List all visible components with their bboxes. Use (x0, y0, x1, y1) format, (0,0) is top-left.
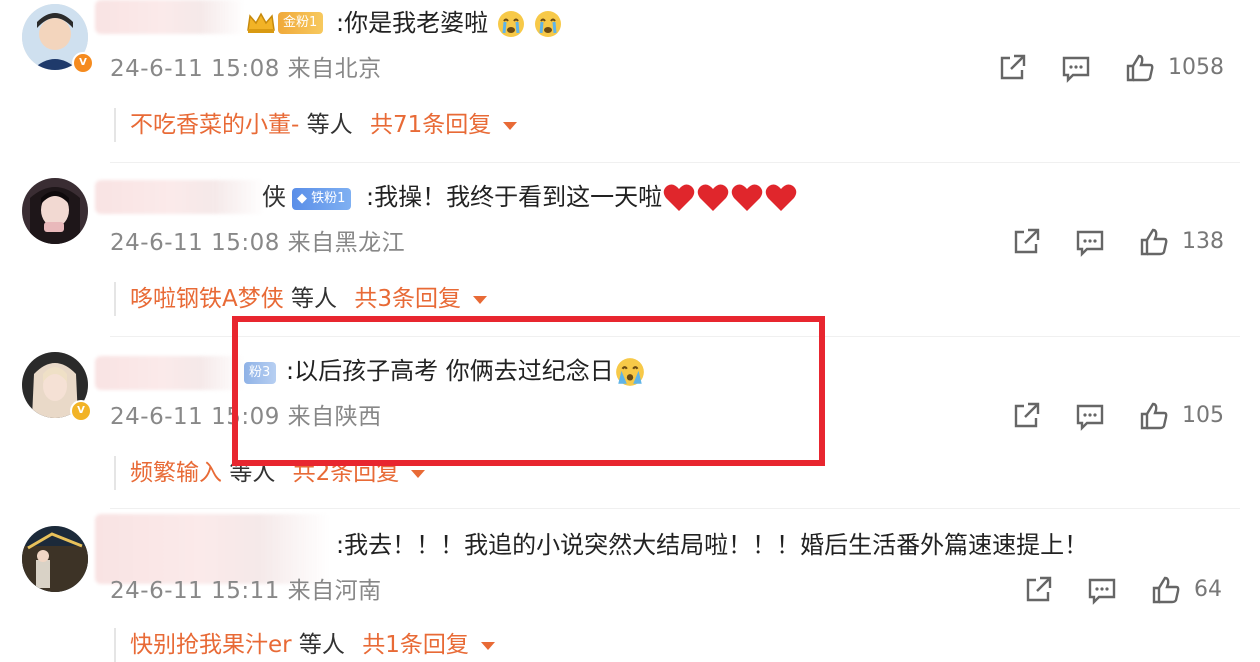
comment-icon[interactable] (1086, 574, 1118, 606)
comment-date: 24-6-11 15:11 (110, 578, 280, 604)
reply-summary[interactable]: 快别抢我果汁er 等人 共1条回复 (114, 628, 495, 662)
reply-username[interactable]: 快别抢我果汁er (130, 632, 292, 658)
share-icon[interactable] (1022, 574, 1054, 606)
comment-meta: 24-6-11 15:11 来自河南 (110, 576, 382, 606)
username-redacted[interactable] (95, 514, 330, 584)
avatar-image (22, 526, 88, 592)
reply-count-link[interactable]: 共1条回复 (362, 632, 469, 658)
avatar[interactable] (22, 526, 88, 592)
like-count: 64 (1194, 577, 1222, 602)
comment-actions: 64 (1022, 574, 1242, 608)
reply-etc-label: 等人 (298, 632, 345, 658)
comment-text: :我去！！！我追的小说突然大结局啦！！！婚后生活番外篇速速提上！ (336, 528, 1088, 562)
caret-down-icon[interactable] (480, 641, 495, 650)
highlight-box (232, 316, 825, 466)
comment-location: 来自河南 (287, 578, 382, 604)
like-icon[interactable] (1150, 574, 1182, 606)
comment-text-content: :我去！！！我追的小说突然大结局啦！！！婚后生活番外篇速速提上！ (336, 531, 1089, 559)
